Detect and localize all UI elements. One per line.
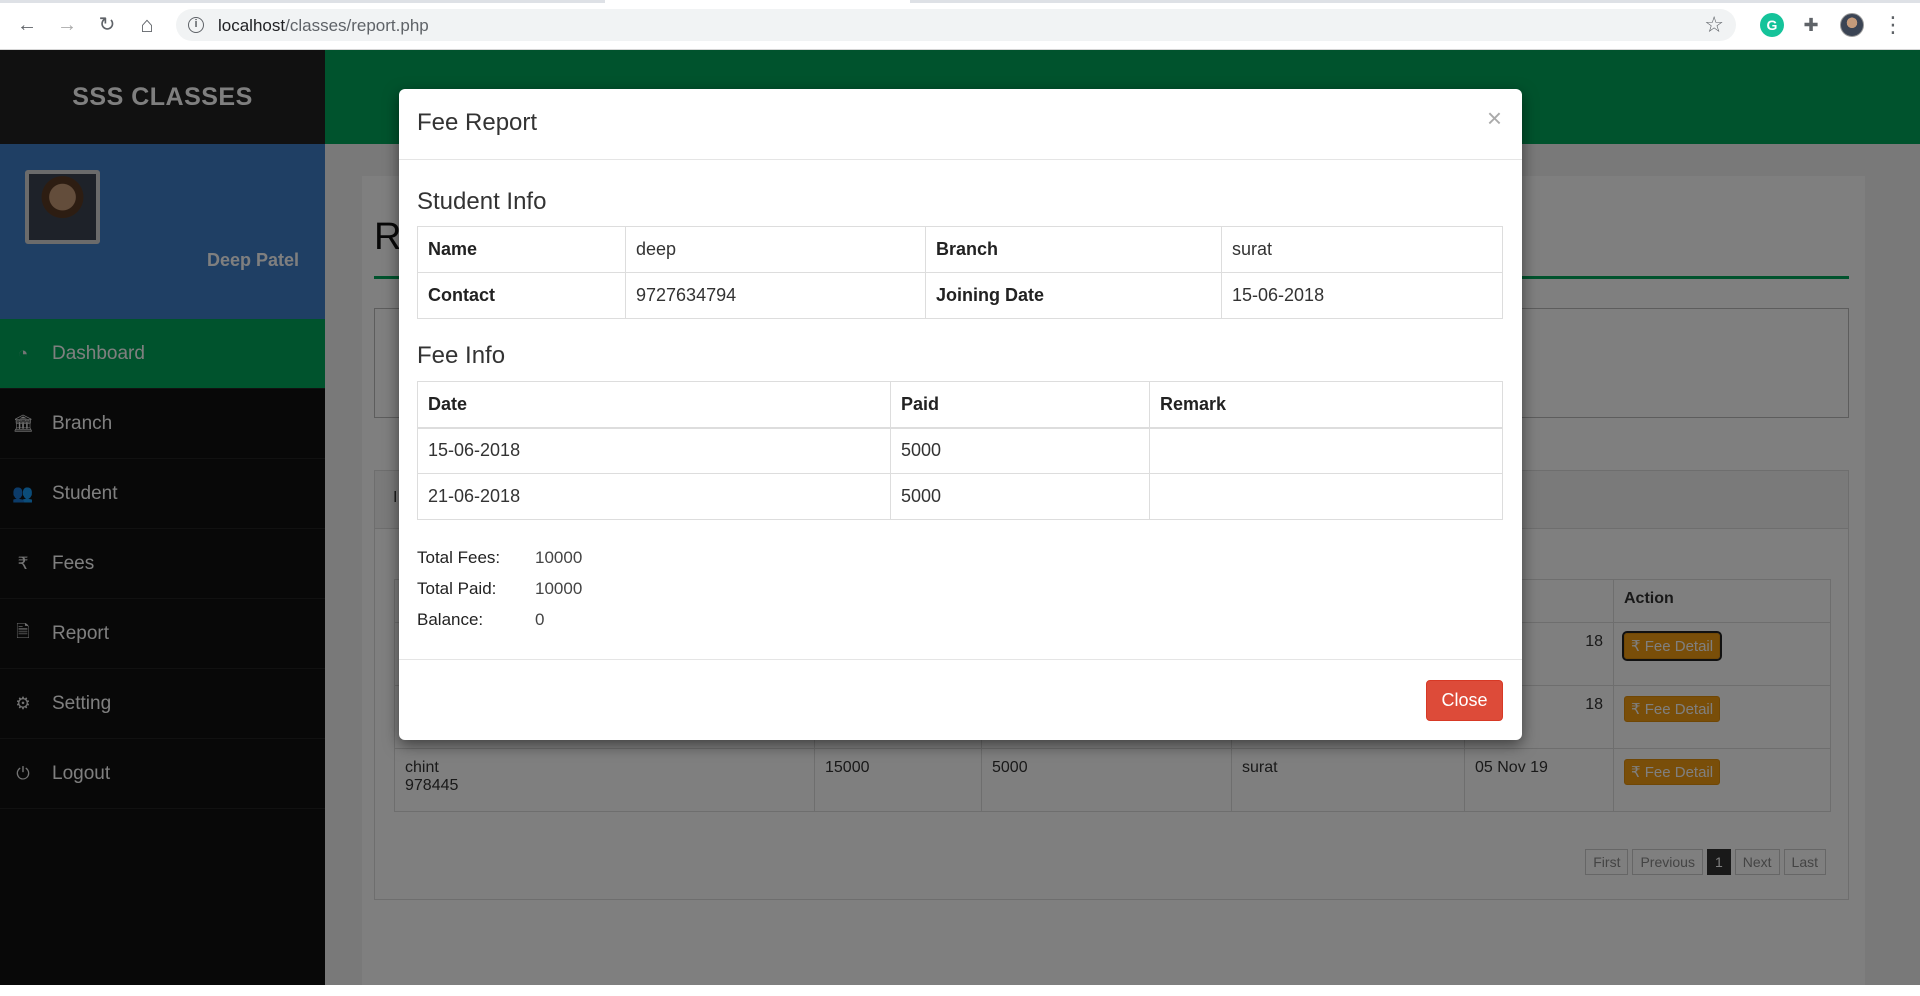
browser-toolbar: ← → ↻ ⌂ i localhost/classes/report.php ☆…: [0, 0, 1920, 50]
back-icon[interactable]: ←: [14, 12, 40, 38]
total-fees-value: 10000: [535, 548, 583, 567]
column-header-paid: Paid: [890, 381, 1150, 429]
modal-header: Fee Report ×: [399, 89, 1522, 160]
column-header-date: Date: [417, 381, 891, 429]
modal-footer: Close: [399, 659, 1522, 740]
modal-title: Fee Report: [417, 109, 538, 136]
url-host: localhost: [218, 16, 286, 35]
active-tab[interactable]: [605, 0, 910, 3]
url-text[interactable]: localhost/classes/report.php: [218, 16, 429, 36]
name-value: deep: [625, 226, 926, 273]
contact-value: 9727634794: [625, 272, 926, 319]
fee-report-modal: Fee Report × Student Info Name deep Bran…: [399, 89, 1522, 740]
joining-date-label: Joining Date: [925, 272, 1222, 319]
student-info-table: Name deep Branch surat Contact 972763479…: [417, 226, 1503, 319]
branch-label: Branch: [925, 226, 1222, 273]
balance-value: 0: [535, 610, 545, 629]
reload-icon[interactable]: ↻: [94, 12, 120, 38]
grammarly-icon[interactable]: G: [1760, 13, 1784, 37]
contact-label: Contact: [417, 272, 626, 319]
table-row: 15-06-2018 5000: [417, 427, 1503, 474]
address-bar[interactable]: i localhost/classes/report.php ☆: [176, 9, 1736, 41]
home-icon[interactable]: ⌂: [134, 12, 160, 38]
site-info-icon[interactable]: i: [188, 17, 204, 33]
total-paid-row: Total Paid: 10000: [417, 579, 582, 610]
name-label: Name: [417, 226, 626, 273]
fee-date: 15-06-2018: [417, 427, 891, 474]
fee-info-heading: Fee Info: [417, 342, 506, 369]
total-paid-label: Total Paid:: [417, 579, 497, 598]
joining-date-value: 15-06-2018: [1221, 272, 1503, 319]
browser-menu-icon[interactable]: ⋮: [1880, 12, 1906, 38]
forward-icon[interactable]: →: [54, 12, 80, 38]
student-info-heading: Student Info: [417, 188, 547, 215]
fee-remark: [1149, 427, 1503, 474]
balance-label: Balance:: [417, 610, 484, 629]
fee-info-table: Date Paid Remark 15-06-2018 5000 21-06-2…: [417, 381, 1503, 520]
table-row: Contact 9727634794 Joining Date 15-06-20…: [417, 272, 1503, 319]
fee-remark: [1149, 473, 1503, 520]
profile-avatar-icon[interactable]: [1840, 13, 1864, 37]
total-fees-label: Total Fees:: [417, 548, 501, 567]
column-header-remark: Remark: [1149, 381, 1503, 429]
table-header-row: Date Paid Remark: [417, 381, 1503, 429]
close-button[interactable]: Close: [1426, 680, 1503, 721]
table-row: 21-06-2018 5000: [417, 473, 1503, 520]
fee-paid: 5000: [890, 427, 1150, 474]
table-row: Name deep Branch surat: [417, 226, 1503, 273]
fee-date: 21-06-2018: [417, 473, 891, 520]
total-paid-value: 10000: [535, 579, 583, 598]
fee-paid: 5000: [890, 473, 1150, 520]
balance-row: Balance: 0: [417, 610, 582, 641]
total-fees-row: Total Fees: 10000: [417, 548, 582, 579]
close-icon[interactable]: ×: [1487, 105, 1502, 131]
bookmark-star-icon[interactable]: ☆: [1704, 12, 1724, 38]
extensions-icon[interactable]: ✚: [1799, 13, 1823, 37]
tab-strip: [0, 0, 1920, 3]
fee-totals: Total Fees: 10000 Total Paid: 10000 Bala…: [417, 548, 582, 641]
url-path: /classes/report.php: [285, 16, 429, 35]
branch-value: surat: [1221, 226, 1503, 273]
